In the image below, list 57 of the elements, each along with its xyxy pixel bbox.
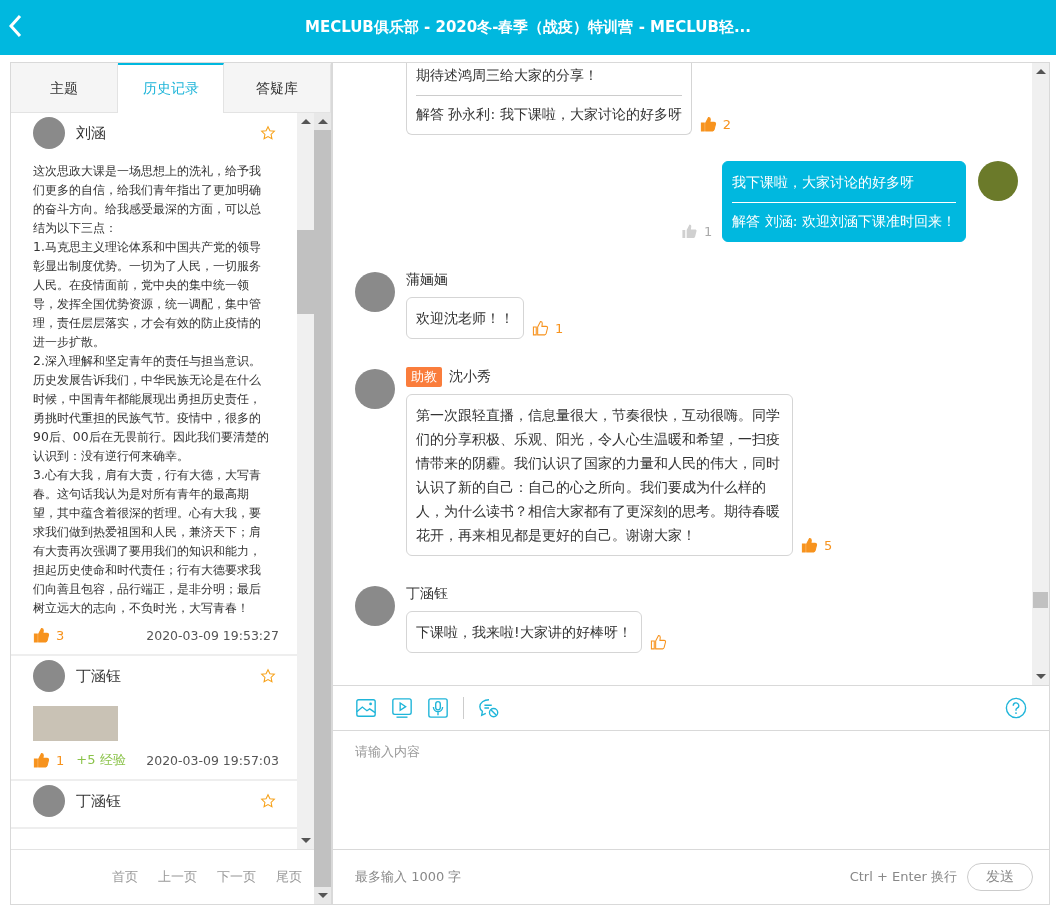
avatar — [355, 272, 395, 312]
like-count: 1 — [56, 752, 65, 768]
microphone-icon[interactable] — [427, 697, 449, 719]
thumbs-up-icon[interactable] — [801, 537, 818, 554]
user-name: 丁涵钰 — [76, 791, 122, 811]
thumbs-up-icon[interactable] — [532, 320, 549, 337]
thumbs-up-icon[interactable] — [33, 627, 50, 644]
message-text: 期待述鸿周三给大家的分享！ — [416, 66, 599, 85]
video-icon[interactable] — [391, 697, 413, 719]
scrollbar[interactable] — [314, 113, 331, 904]
avatar — [355, 586, 395, 626]
help-icon[interactable] — [1005, 697, 1027, 719]
tab[interactable]: 历史记录 — [117, 63, 225, 113]
user-name: 丁涵钰 — [76, 666, 122, 686]
experience-points: +5 经验 — [76, 751, 126, 769]
user-name: 沈小秀 — [449, 368, 491, 386]
post-text: 这次思政大课是一场思想上的洗礼，给予我们更多的自信，给我们青年指出了更加明确的奋斗方向。给我感受最深的方面，可以总结为以下三点： 1.马克思主义理论体系和中国共产党的领导彰显出制度优势。一切为了人民，一切服务人民。在疫情面前，党中央的集中统一领导，发挥全国优势资源，统一调配，集中管理，责任层层落实，才会有效的防止疫情的进一步扩散。 2.深入理解和坚定青年的责任与担当意识。历史发展告诉我们，中华民族无论是在什么时候，中国青年都能展现出勇担历史责任，勇挑时代重担的民族气节。疫情中，很多的90后、00后在无畏前行。因此我们要清楚的认识到：没有逆行何来确幸。 3.心有大我，肩有大责，行有大德，大写青春。这句话我认为是对所有青年的最高期望，其中蕴含着很深的哲理。心有大我，要求我们做到热爱祖国和人民，兼济天下；肩有大责再次强调了要用我们的知识和能力，担起历史使命和时代责任；行有大德要求我们向善且包容，品行端正，是非分明；最后树立远大的志向，不负时光，大写青春！ — [33, 162, 269, 617]
like-count: 1 — [555, 321, 564, 336]
message-text: 我下课啦，大家讨论的好多呀 — [732, 173, 916, 192]
like-count: 1 — [704, 224, 713, 239]
like-count: 3 — [56, 628, 65, 643]
avatar — [33, 785, 65, 817]
send-button[interactable]: 发送 — [967, 863, 1033, 891]
star-icon[interactable] — [260, 668, 276, 684]
pager-link[interactable]: 首页 — [112, 868, 138, 886]
like-count: 5 — [824, 538, 833, 553]
star-icon[interactable] — [260, 125, 276, 141]
user-name: 刘涵 — [76, 123, 107, 143]
role-badge: 助教 — [406, 367, 442, 387]
thumbs-up-icon[interactable] — [33, 751, 50, 769]
shortcut-hint: Ctrl + Enter 换行 — [849, 868, 957, 886]
like-count: 2 — [722, 117, 731, 132]
scrollbar[interactable] — [297, 113, 314, 849]
reply-text: 解答 刘涵: 欢迎刘涵下课准时回来！ — [732, 212, 956, 231]
post-time: 2020-03-09 19:53:27 — [146, 628, 279, 643]
avatar — [33, 117, 65, 149]
post-time: 2020-03-09 19:57:03 — [146, 752, 279, 768]
message-text: 第一次跟轻直播，信息量很大，节奏很快，互动很嗨。同学们的分享积极、乐观、阳光，令人心生温暖和希望，一扫疫情带来的阴霾。我们认识了国家的力量和人民的伟大，同时认识了新的自己：自己的心之所向。我们要成为什么样的人，为什么读书？相信大家都有了更深刻的思考。期待春暖花开，再来相见都是更好的自己。谢谢大家！ — [416, 406, 781, 545]
scrollbar[interactable] — [1032, 63, 1049, 685]
page-title: MECLUB俱乐部 - 2020冬-春季（战疫）特训营 - MECLUB轻... — [304, 18, 751, 37]
avatar — [33, 660, 65, 692]
message-text: 欢迎沈老师！！ — [416, 309, 514, 328]
user-name: 蒲婳婳 — [406, 271, 448, 289]
thumbs-up-icon[interactable] — [649, 634, 667, 651]
thumbs-up-icon[interactable] — [699, 116, 717, 133]
character-limit: 最多输入 1000 字 — [355, 868, 462, 886]
avatar — [978, 161, 1018, 201]
star-icon[interactable] — [260, 793, 276, 809]
mute-chat-icon[interactable] — [478, 697, 500, 719]
image-icon[interactable] — [355, 697, 377, 719]
pager-link[interactable]: 尾页 — [276, 868, 302, 886]
message-text: 下课啦，我来啦!大家讲的好棒呀！ — [416, 623, 632, 642]
back-icon[interactable] — [8, 14, 22, 38]
avatar — [355, 369, 395, 409]
user-name: 丁涵钰 — [406, 585, 448, 603]
thumbs-up-icon[interactable] — [681, 223, 699, 240]
reply-text: 解答 孙永利: 我下课啦，大家讨论的好多呀 — [416, 105, 682, 124]
